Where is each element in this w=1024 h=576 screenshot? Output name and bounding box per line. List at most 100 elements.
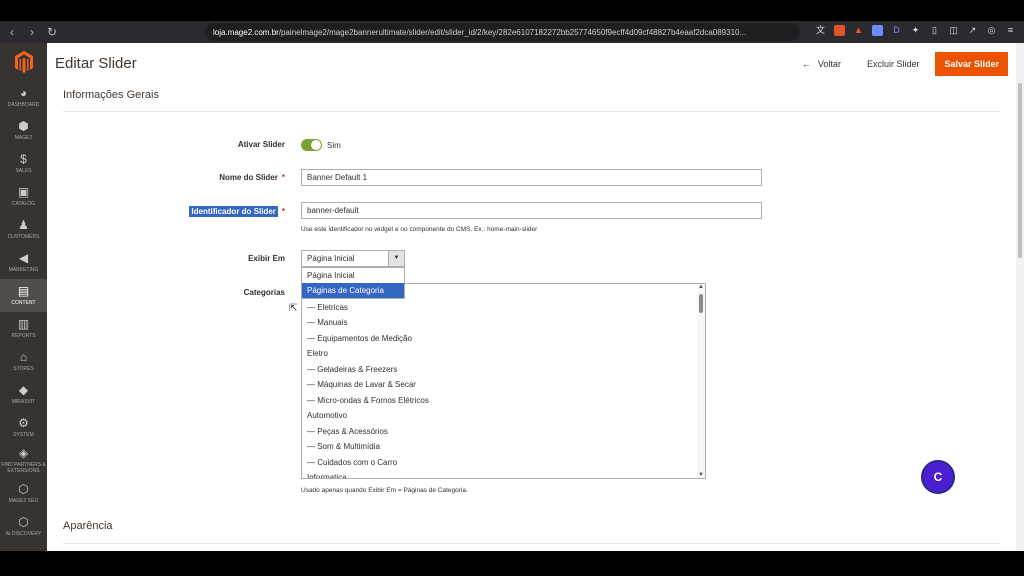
dashboard-icon: ◕ [19, 86, 28, 100]
sidebar-item-label: CONTENT [11, 300, 36, 306]
categoria-option[interactable]: — Cuidados com o Carro [302, 455, 705, 471]
categoria-option[interactable]: — Geladeiras & Freezers [302, 362, 705, 378]
reload-icon[interactable]: ↻ [44, 25, 60, 39]
sidebar-item-stores[interactable]: ⌂ STORES [0, 345, 47, 378]
page-actions: ← Voltar Excluir Slider Salvar Slider [802, 52, 1008, 76]
nome-label-text: Nome do Slider [219, 173, 278, 182]
toggle-knob [311, 140, 321, 150]
scroll-down-icon[interactable]: ▼ [698, 472, 704, 478]
categorias-label: Categorias [243, 288, 285, 297]
categoria-option[interactable]: — Equipamentos de Medição [302, 331, 705, 347]
scroll-up-icon[interactable]: ▲ [698, 284, 704, 290]
sidebar-item-label: CUSTOMERS [7, 234, 40, 240]
exibir-dropdown: Página Inicial Páginas de Categoria [301, 267, 405, 299]
nome-input[interactable]: Banner Default 1 [301, 169, 762, 186]
magento-logo-icon [14, 51, 33, 73]
general-section-title[interactable]: Informações Gerais [63, 89, 159, 101]
person-icon: ♟ [18, 218, 29, 232]
page-title: Editar Slider [55, 55, 137, 72]
sidebar-item-customers[interactable]: ♟ CUSTOMERS [0, 213, 47, 246]
categoria-option[interactable]: Automotivo [302, 408, 705, 424]
categorias-note: Usado apenas quando Exibir Em = Páginas … [301, 487, 468, 494]
delete-slider-button[interactable]: Excluir Slider [867, 59, 920, 69]
vpn-icon[interactable]: ◎ [986, 25, 997, 36]
exibir-label: Exibir Em [248, 254, 285, 263]
listbox-scrollbar[interactable]: ▲ ▼ [697, 284, 705, 478]
sidebar-item-find-partners-extensions[interactable]: ◈ FIND PARTNERS & EXTENSIONS [0, 444, 47, 477]
forward-arrow-icon[interactable]: › [24, 25, 40, 39]
sidebar-item-label: MIRASVIT [11, 399, 36, 405]
identificador-label: Identificador do Slider * [85, 206, 285, 217]
categorias-multiselect[interactable]: — Eletricas — Manuais — Equipamentos de Me… [301, 283, 706, 479]
sidebar-item-mage2-seo[interactable]: ⬡ MAGE2 SEO [0, 477, 47, 510]
sidebar-toggle-icon[interactable]: ▯ [929, 25, 940, 36]
sidebar-item-label: FIND PARTNERS & EXTENSIONS [1, 462, 46, 474]
categorias-options: — Eletricas — Manuais — Equipamentos de Me… [302, 284, 705, 479]
sidebar-item-content[interactable]: ▤ CONTENT [0, 279, 47, 312]
triangle-extension-icon[interactable]: ▲ [853, 25, 864, 36]
listbox-scroll-thumb[interactable] [699, 294, 703, 313]
required-asterisk: * [281, 207, 285, 216]
screen: ‹ › ↻ loja.mage2.com.br/painelmage2/mage… [0, 0, 1024, 576]
ativar-toggle[interactable] [301, 139, 322, 151]
megaphone-icon: ◀ [18, 251, 29, 265]
sidebar-item-mirasvit[interactable]: ◆ MIRASVIT [0, 378, 47, 411]
dollar-icon: $ [20, 152, 27, 166]
categoria-option[interactable]: — Manuais [302, 315, 705, 331]
box-icon: ▣ [17, 185, 30, 199]
sidebar-item-system[interactable]: ⚙ SYSTEM [0, 411, 47, 444]
arrow-left-icon: ← [801, 59, 811, 69]
back-button-label: Voltar [817, 59, 841, 69]
puzzle-icon[interactable]: ✦ [910, 25, 921, 36]
sidebar-item-marketing[interactable]: ◀ MARKETING [0, 246, 47, 279]
appearance-section-title[interactable]: Aparência [63, 520, 113, 532]
exibir-option-selected[interactable]: Páginas de Categoria [302, 283, 404, 298]
categoria-option[interactable]: — Máquinas de Lavar & Secar [302, 377, 705, 393]
hexagon-icon: ⬢ [18, 119, 29, 133]
categoria-option[interactable]: — Micro-ondas & Fornos Elétricos [302, 393, 705, 409]
split-view-icon[interactable]: ◫ [948, 25, 959, 36]
nome-label: Nome do Slider * [85, 173, 285, 182]
address-bar[interactable]: loja.mage2.com.br/painelmage2/mage2banne… [205, 23, 800, 41]
back-arrow-icon[interactable]: ‹ [4, 25, 20, 39]
page-scroll-thumb[interactable] [1018, 83, 1022, 258]
categoria-option[interactable]: Informatica [302, 470, 705, 478]
section-divider [63, 543, 1000, 544]
back-button[interactable]: ← Voltar [802, 59, 841, 69]
page-scrollbar[interactable] [1016, 43, 1024, 551]
extension-b-icon[interactable] [872, 25, 883, 36]
mouse-cursor-icon: ⇱ [289, 303, 298, 314]
translate-icon[interactable]: 文 [815, 25, 826, 36]
shield-extension-icon[interactable] [834, 25, 845, 36]
categoria-option[interactable]: Eletro [302, 346, 705, 362]
identificador-input[interactable]: banner-default [301, 202, 762, 219]
sidebar-item-dashboard[interactable]: ◕ DASHBOARD [0, 81, 47, 114]
sidebar-item-sales[interactable]: $ SALES [0, 147, 47, 180]
sidebar-item-label: AI DISCOVERY [5, 531, 42, 537]
categoria-option[interactable]: — Peças & Acessórios [302, 424, 705, 440]
sidebar-item-label: CATALOG [11, 201, 36, 207]
sidebar-item-ai-discovery[interactable]: ⬡ AI DISCOVERY [0, 510, 47, 543]
extension-d-icon[interactable]: D [891, 25, 902, 36]
magento-logo[interactable] [0, 43, 47, 81]
categoria-option[interactable]: — Eletricas [302, 300, 705, 316]
save-slider-button[interactable]: Salvar Slider [935, 52, 1008, 76]
sidebar-item-label: SYSTEM [13, 432, 34, 438]
url-path: /painelmage2/mage2bannerultimate/slider/… [278, 27, 747, 37]
url-host: loja.mage2.com.br [213, 27, 279, 37]
share-icon[interactable]: ↗ [967, 25, 978, 36]
categoria-option[interactable]: — Som & Multimídia [302, 439, 705, 455]
sidebar-item-label: MAGE2 SEO [8, 498, 39, 504]
sidebar-item-reports[interactable]: ▥ REPORTS [0, 312, 47, 345]
exibir-select[interactable]: Página Inicial ▼ [301, 250, 405, 267]
gear-icon: ⚙ [18, 416, 29, 430]
exibir-option[interactable]: Página Inicial [302, 268, 404, 283]
sidebar-item-mage2[interactable]: ⬢ MAGE2 [0, 114, 47, 147]
admin-sidebar: ◕ DASHBOARD ⬢ MAGE2 $ SALES ▣ CATALOG ♟ CUSTOMERS… [0, 43, 47, 551]
ai-icon: ⬡ [18, 515, 29, 529]
sidebar-item-label: DASHBOARD [7, 102, 40, 108]
sidebar-item-catalog[interactable]: ▣ CATALOG [0, 180, 47, 213]
chat-launcher-button[interactable]: C [921, 460, 955, 494]
caret-down-icon[interactable]: ▼ [388, 251, 404, 266]
menu-icon[interactable]: ≡ [1005, 25, 1016, 36]
